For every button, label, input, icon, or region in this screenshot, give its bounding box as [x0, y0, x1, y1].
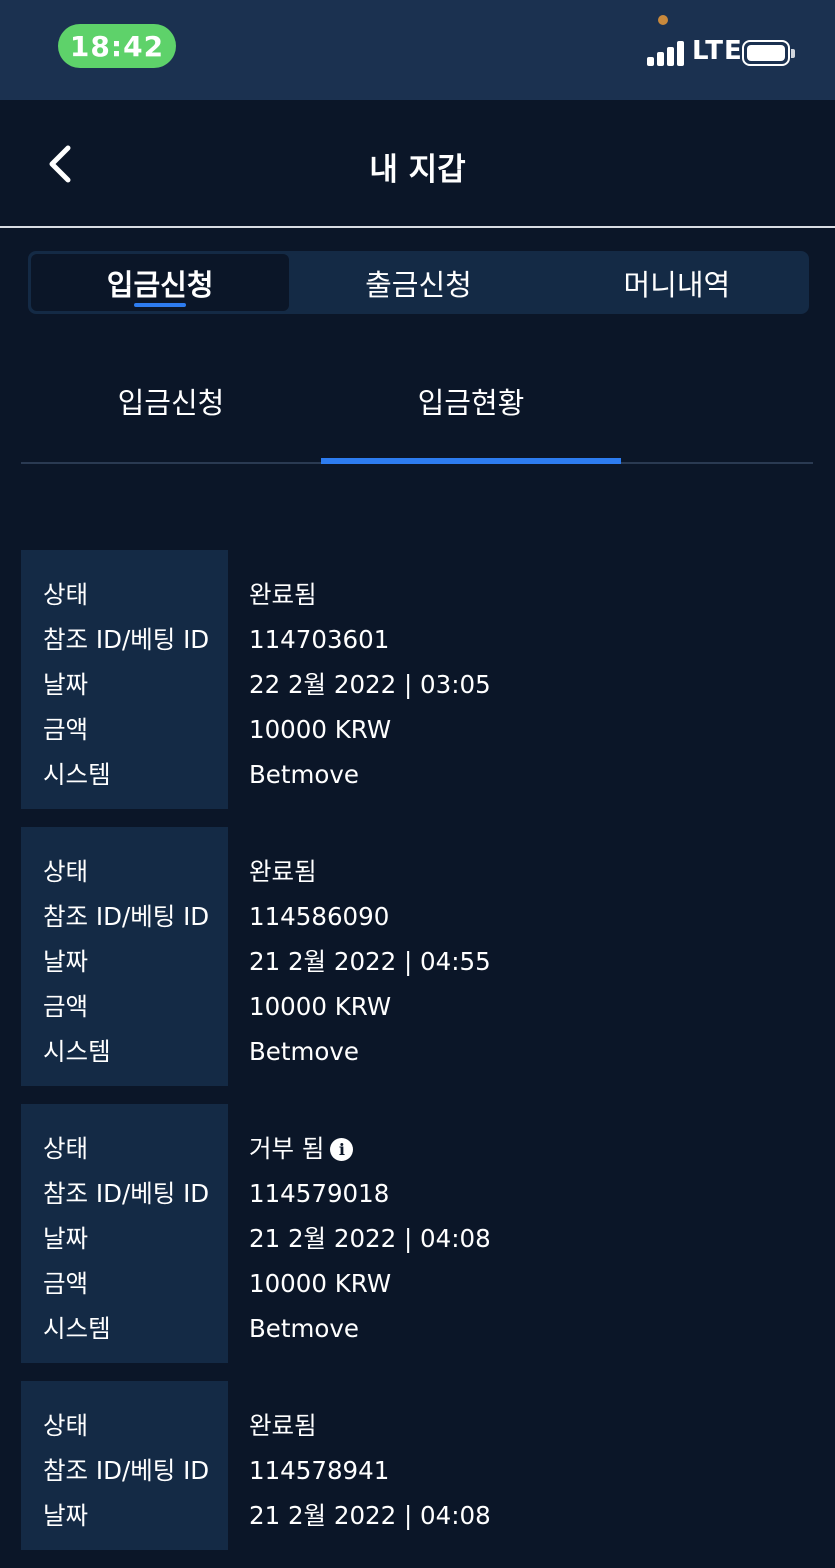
transaction-card: 상태 참조 ID/베팅 ID 날짜 금액 시스템 거부 됨i 114579018… [21, 1104, 813, 1363]
transaction-list: 상태 참조 ID/베팅 ID 날짜 금액 시스템 완료됨 114703601 2… [21, 550, 813, 1568]
tab-withdraw-request[interactable]: 출금신청 [289, 254, 547, 311]
amount-value: 10000 KRW [249, 1269, 392, 1298]
active-tab-indicator [134, 303, 187, 307]
amount-value: 10000 KRW [249, 715, 392, 744]
ref-id-value: 114703601 [249, 625, 390, 654]
date-value: 22 2월 2022 | 03:05 [249, 670, 491, 699]
amount-value: 10000 KRW [249, 992, 392, 1021]
ref-id-label: 참조 ID/베팅 ID [43, 902, 210, 931]
subtab-deposit-status[interactable]: 입금현황 [321, 380, 621, 422]
value-column: 완료됨 114578941 21 2월 2022 | 04:08 [228, 1381, 813, 1550]
label-column: 상태 참조 ID/베팅 ID 날짜 [21, 1381, 228, 1550]
date-value: 21 2월 2022 | 04:08 [249, 1501, 491, 1530]
value-column: 완료됨 114586090 21 2월 2022 | 04:55 10000 K… [228, 827, 813, 1086]
page-title: 내 지갑 [369, 152, 466, 188]
tab-deposit-request[interactable]: 입금신청 [31, 254, 290, 311]
date-label: 날짜 [43, 1224, 89, 1253]
status-time: 18:42 [58, 24, 176, 68]
ref-id-label: 참조 ID/베팅 ID [43, 1456, 210, 1485]
amount-label: 금액 [43, 992, 89, 1021]
status-value-row: 거부 됨i [249, 1126, 813, 1171]
status-label: 상태 [43, 1134, 89, 1163]
amount-label: 금액 [43, 1269, 89, 1298]
value-column: 완료됨 114703601 22 2월 2022 | 03:05 10000 K… [228, 550, 813, 809]
value-column: 거부 됨i 114579018 21 2월 2022 | 04:08 10000… [228, 1104, 813, 1363]
status-value: 완료됨 [249, 580, 317, 609]
status-value: 완료됨 [249, 1411, 317, 1440]
sub-tabs: 입금신청 입금현황 [21, 352, 813, 464]
app-header: 내 지갑 [0, 100, 835, 228]
date-label: 날짜 [43, 670, 89, 699]
system-value: Betmove [249, 760, 359, 789]
status-label: 상태 [43, 580, 89, 609]
active-subtab-indicator [321, 458, 621, 464]
ref-id-value: 114586090 [249, 902, 390, 931]
ref-id-value: 114578941 [249, 1456, 390, 1485]
battery-icon [742, 40, 795, 66]
system-value: Betmove [249, 1314, 359, 1343]
network-type: LTE [692, 36, 743, 66]
date-value: 21 2월 2022 | 04:55 [249, 947, 491, 976]
system-value: Betmove [249, 1037, 359, 1066]
status-label: 상태 [43, 857, 89, 886]
ref-id-value: 114579018 [249, 1179, 390, 1208]
tab-label: 입금신청 [106, 267, 214, 302]
ref-id-label: 참조 ID/베팅 ID [43, 625, 210, 654]
status-bar: 18:42 LTE [0, 0, 835, 100]
ref-id-label: 참조 ID/베팅 ID [43, 1179, 210, 1208]
tab-label: 출금신청 [365, 267, 472, 302]
info-icon[interactable]: i [330, 1138, 354, 1161]
subtab-deposit-request[interactable]: 입금신청 [21, 380, 321, 422]
date-value: 21 2월 2022 | 04:08 [249, 1224, 491, 1253]
transaction-card: 상태 참조 ID/베팅 ID 날짜 완료됨 114578941 21 2월 20… [21, 1381, 813, 1550]
transaction-card: 상태 참조 ID/베팅 ID 날짜 금액 시스템 완료됨 114703601 2… [21, 550, 813, 809]
signal-strength-icon [647, 40, 687, 66]
amount-label: 금액 [43, 715, 89, 744]
system-label: 시스템 [43, 760, 111, 789]
camera-indicator-icon [658, 15, 668, 25]
label-column: 상태 참조 ID/베팅 ID 날짜 금액 시스템 [21, 827, 228, 1086]
transaction-card: 상태 참조 ID/베팅 ID 날짜 금액 시스템 완료됨 114586090 2… [21, 827, 813, 1086]
date-label: 날짜 [43, 1501, 89, 1530]
main-tabs: 입금신청 출금신청 머니내역 [28, 251, 809, 314]
label-column: 상태 참조 ID/베팅 ID 날짜 금액 시스템 [21, 1104, 228, 1363]
date-label: 날짜 [43, 947, 89, 976]
label-column: 상태 참조 ID/베팅 ID 날짜 금액 시스템 [21, 550, 228, 809]
system-label: 시스템 [43, 1314, 111, 1343]
status-label: 상태 [43, 1411, 89, 1440]
system-label: 시스템 [43, 1037, 111, 1066]
status-value: 완료됨 [249, 857, 317, 886]
tab-label: 머니내역 [623, 267, 731, 302]
tab-money-history[interactable]: 머니내역 [548, 254, 806, 311]
status-value: 거부 됨 [249, 1134, 325, 1163]
